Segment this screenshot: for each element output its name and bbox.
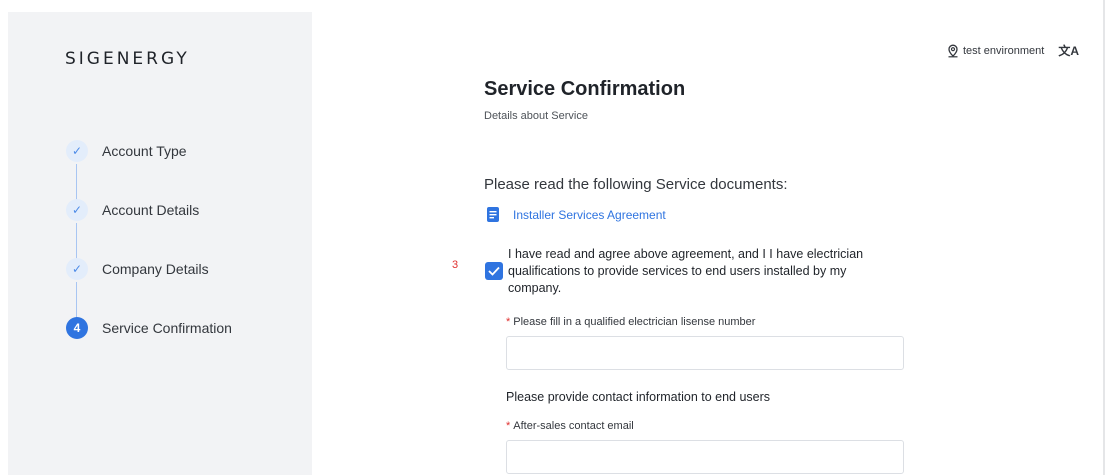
- after-sales-email-input[interactable]: [506, 440, 904, 474]
- license-number-input[interactable]: [506, 336, 904, 370]
- installer-agreement-link[interactable]: Installer Services Agreement: [486, 206, 666, 223]
- translate-icon[interactable]: 文A: [1058, 42, 1079, 59]
- doc-link-label[interactable]: Installer Services Agreement: [513, 208, 666, 222]
- license-label-text: Please fill in a qualified electrician l…: [513, 316, 756, 328]
- agreement-checkbox[interactable]: [485, 262, 503, 280]
- step-label: Company Details: [102, 261, 209, 277]
- email-field-label: * After-sales contact email: [506, 420, 634, 432]
- agreement-text: I have read and agree above agreement, a…: [508, 247, 864, 295]
- step-account-details[interactable]: ✓ Account Details: [66, 199, 199, 221]
- annotation-number: 3: [452, 259, 459, 271]
- location-pin-icon: [948, 44, 958, 57]
- top-bar: test environment 文A: [946, 42, 1079, 59]
- step-company-details[interactable]: ✓ Company Details: [66, 258, 209, 280]
- step-connector: [76, 223, 77, 259]
- required-mark: *: [506, 420, 511, 432]
- step-number-badge: 4: [66, 317, 88, 339]
- contact-section-heading: Please provide contact information to en…: [506, 390, 771, 404]
- step-label: Service Confirmation: [102, 320, 232, 336]
- license-field-label: * Please fill in a qualified electrician …: [506, 316, 755, 328]
- step-label: Account Type: [102, 143, 187, 159]
- step-account-type[interactable]: ✓ Account Type: [66, 140, 187, 162]
- step-label: Account Details: [102, 202, 200, 218]
- email-label-text: After-sales contact email: [513, 420, 634, 432]
- page-margin: [0, 0, 8, 475]
- step-connector: [76, 164, 77, 200]
- environment-label: test environment: [963, 44, 1045, 57]
- check-icon: ✓: [66, 258, 88, 280]
- checkmark-icon: [488, 266, 500, 276]
- required-mark: *: [506, 316, 511, 328]
- documents-heading: Please read the following Service docume…: [484, 176, 788, 193]
- check-icon: ✓: [66, 140, 88, 162]
- sigenergy-logo: SIGENERGY: [65, 49, 190, 69]
- step-service-confirmation[interactable]: 4 Service Confirmation: [66, 317, 232, 339]
- step-connector: [76, 282, 77, 318]
- page-title: Service Confirmation: [484, 78, 686, 100]
- document-icon: [487, 207, 499, 222]
- page-subtitle: Details about Service: [484, 110, 588, 122]
- check-icon: ✓: [66, 199, 88, 221]
- sidebar: SIGENERGY ✓ Account Type ✓ Account Detai…: [8, 12, 312, 475]
